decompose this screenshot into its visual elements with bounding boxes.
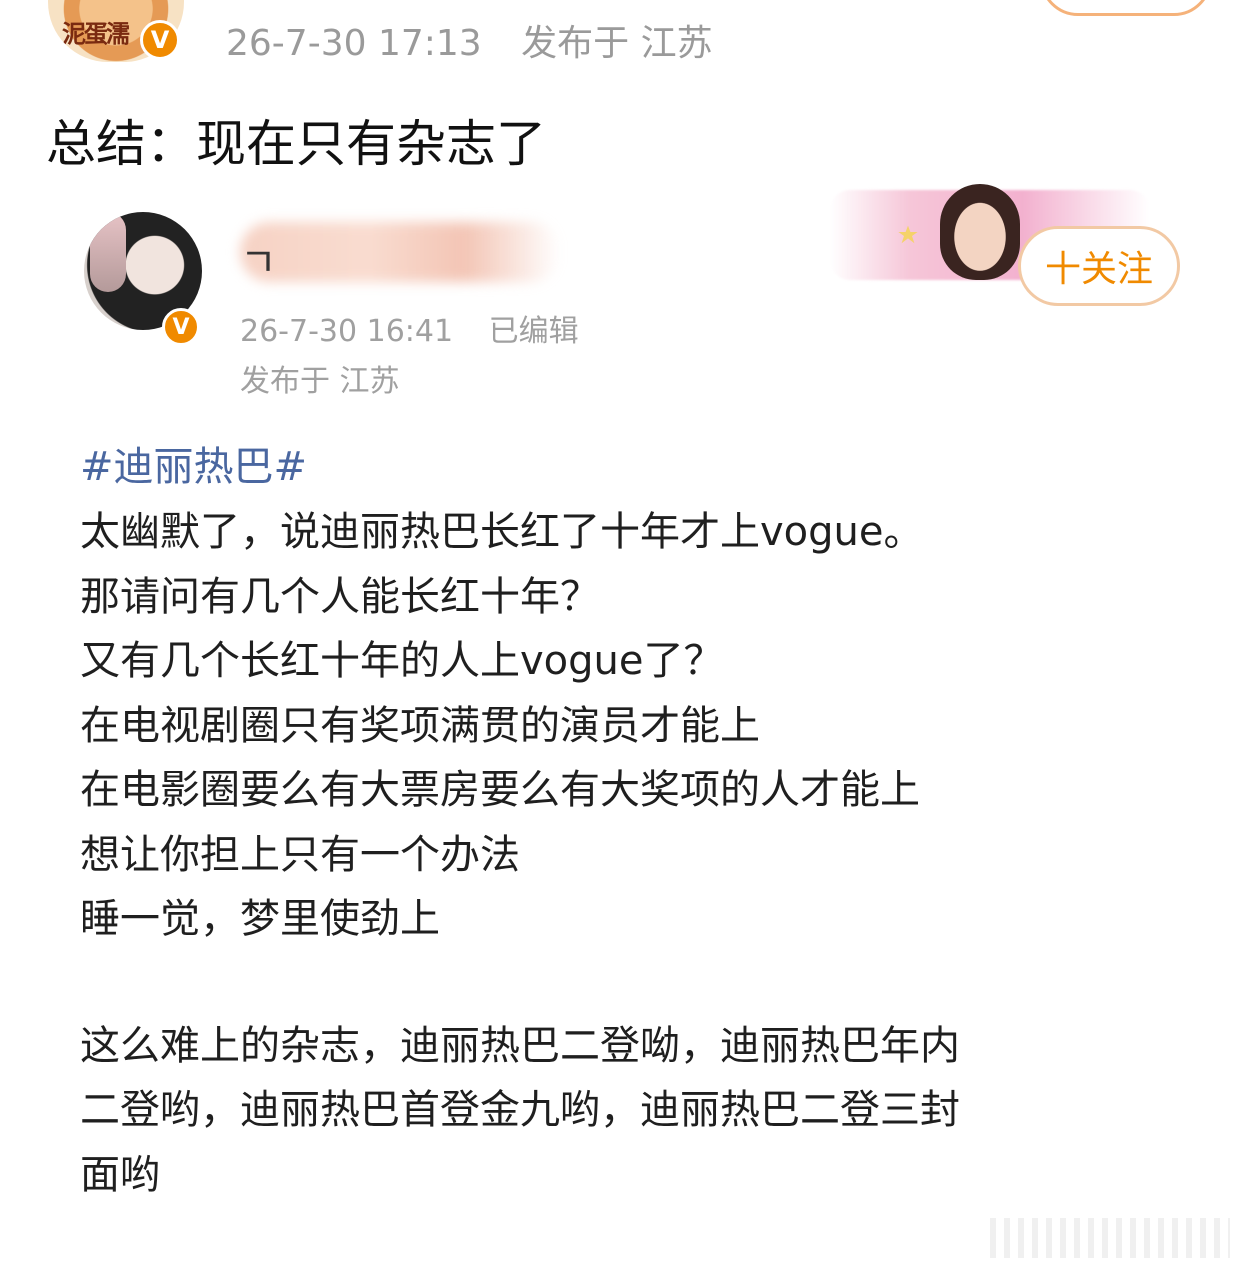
username-blurred bbox=[240, 222, 560, 282]
top-right-button[interactable] bbox=[1040, 0, 1212, 16]
post-content: 太幽默了，说迪丽热巴长红了十年才上vogue。 那请问有几个人能长红十年？ 又有… bbox=[80, 500, 1200, 1207]
content-line: 在电影圈要么有大票房要么有大奖项的人才能上 bbox=[80, 767, 920, 813]
outer-timestamp: 26-7-30 17:13 bbox=[226, 23, 482, 64]
content-line: 在电视剧圈只有奖项满贯的演员才能上 bbox=[80, 702, 760, 749]
inner-post-meta: 26-7-30 16:41 已编辑 bbox=[240, 306, 579, 350]
content-line: 太幽默了，说迪丽热巴长红了十年才上vogue。 bbox=[80, 509, 924, 555]
embedded-post-card: 十关注 V ㄱ 26-7-30 16:41 已编辑 发布于 江苏 #迪丽热巴# … bbox=[40, 178, 1220, 1238]
content-line: 睡一觉，梦里使劲上 bbox=[80, 896, 440, 942]
star-decoration-icon bbox=[898, 225, 918, 244]
inner-verified-badge-icon: V bbox=[162, 308, 200, 346]
edited-label: 已编辑 bbox=[488, 314, 579, 349]
inner-location: 发布于 江苏 bbox=[240, 364, 400, 399]
follow-button[interactable]: 十关注 bbox=[1018, 226, 1180, 306]
avatar-logo-text: 泥蛋濡 bbox=[62, 20, 130, 48]
content-line: 那请问有几个人能长红十年？ bbox=[80, 573, 600, 620]
inner-timestamp: 26-7-30 16:41 bbox=[240, 314, 454, 349]
post-summary: 总结：现在只有杂志了 bbox=[46, 115, 546, 173]
outer-post-meta: 26-7-30 17:13 发布于 江苏 bbox=[226, 14, 713, 66]
username-visible-char: ㄱ bbox=[240, 240, 277, 286]
content-line: 想让你担上只有一个办法 bbox=[80, 831, 520, 878]
content-line: 面哟 bbox=[80, 1151, 160, 1198]
banner-portrait bbox=[940, 184, 1020, 280]
avatar-mini-figure bbox=[90, 212, 126, 292]
bottom-watermark bbox=[990, 1218, 1230, 1258]
content-line: 二登哟，迪丽热巴首登金九哟，迪丽热巴二登三封 bbox=[80, 1087, 960, 1133]
content-line: 又有几个长红十年的人上vogue了？ bbox=[80, 638, 724, 684]
verified-badge-icon: V bbox=[140, 20, 180, 60]
content-line: 这么难上的杂志，迪丽热巴二登呦，迪丽热巴年内 bbox=[80, 1022, 960, 1069]
avatar-face-icon bbox=[100, 0, 128, 6]
outer-location: 发布于 江苏 bbox=[521, 23, 713, 64]
topic-hashtag[interactable]: #迪丽热巴# bbox=[80, 434, 307, 492]
